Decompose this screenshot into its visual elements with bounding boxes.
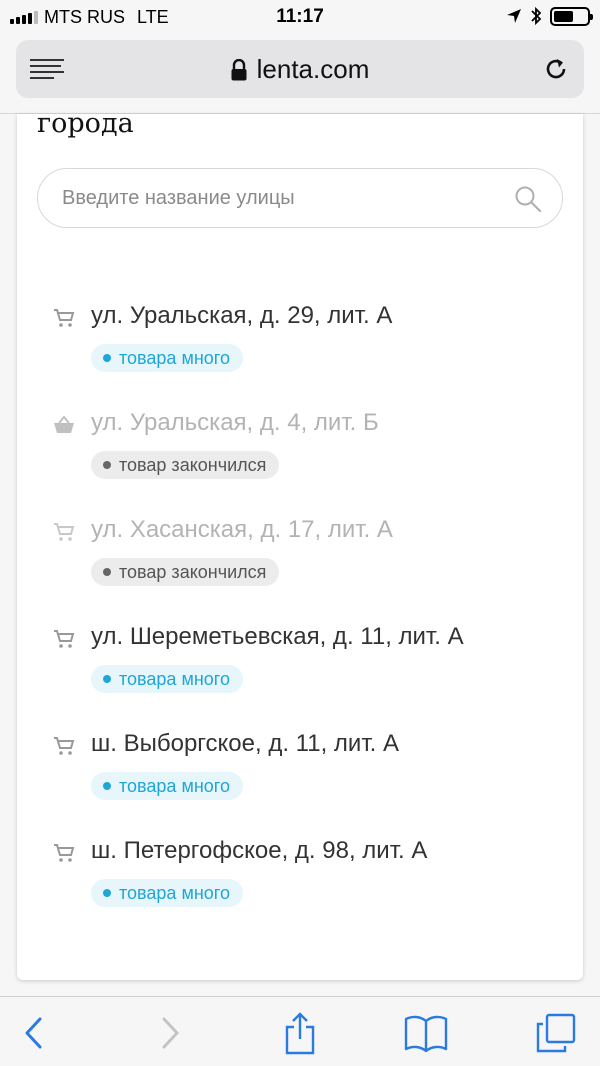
store-availability-card: города ул. Уральская, д. 29, лит. А това… bbox=[17, 108, 583, 980]
stock-status: товара много bbox=[119, 882, 230, 903]
bluetooth-icon bbox=[531, 6, 542, 26]
store-address: ул. Уральская, д. 4, лит. Б bbox=[91, 409, 379, 436]
card-title: города bbox=[37, 108, 134, 139]
store-item[interactable]: ул. Уральская, д. 4, лит. Б товар законч… bbox=[17, 405, 583, 512]
browser-chrome: lenta.com bbox=[0, 34, 600, 114]
cart-icon bbox=[54, 737, 75, 755]
street-search[interactable] bbox=[37, 168, 563, 228]
bookmarks-icon[interactable] bbox=[404, 1011, 448, 1055]
location-arrow-icon bbox=[507, 9, 521, 23]
stock-badge: товар закончился bbox=[91, 558, 280, 586]
status-dot bbox=[103, 782, 111, 790]
browser-toolbar bbox=[0, 996, 600, 1066]
tabs-icon[interactable] bbox=[534, 1011, 578, 1055]
stock-status: товара много bbox=[119, 347, 230, 368]
stock-status: товар закончился bbox=[119, 454, 267, 475]
store-item[interactable]: ул. Уральская, д. 29, лит. А товара мног… bbox=[17, 298, 583, 405]
store-item[interactable]: ул. Хасанская, д. 17, лит. А товар закон… bbox=[17, 512, 583, 619]
status-dot bbox=[103, 461, 111, 469]
battery-icon bbox=[550, 6, 593, 26]
reload-icon[interactable] bbox=[542, 55, 570, 83]
cart-icon bbox=[54, 523, 75, 541]
url-display[interactable]: lenta.com bbox=[16, 54, 584, 85]
share-icon[interactable] bbox=[278, 1011, 322, 1055]
store-address: ул. Хасанская, д. 17, лит. А bbox=[91, 516, 393, 543]
status-dot bbox=[103, 675, 111, 683]
stock-status: товар закончился bbox=[119, 561, 267, 582]
status-right bbox=[506, 6, 593, 26]
stock-status: товара много bbox=[119, 668, 230, 689]
store-list: ул. Уральская, д. 29, лит. А товара мног… bbox=[17, 298, 583, 940]
stock-badge: товар закончился bbox=[91, 451, 280, 479]
status-dot bbox=[103, 889, 111, 897]
basket-icon bbox=[54, 415, 74, 433]
lock-icon bbox=[231, 58, 247, 80]
cart-icon bbox=[54, 309, 75, 327]
store-item[interactable]: ш. Выборгское, д. 11, лит. А товара мног… bbox=[17, 726, 583, 833]
cart-icon bbox=[54, 630, 75, 648]
stock-status: товара много bbox=[119, 775, 230, 796]
stock-badge: товара много bbox=[91, 344, 243, 372]
search-icon[interactable] bbox=[514, 185, 542, 213]
back-icon[interactable] bbox=[12, 1011, 56, 1055]
stock-badge: товара много bbox=[91, 772, 243, 800]
cart-icon bbox=[54, 844, 75, 862]
store-address: ул. Уральская, д. 29, лит. А bbox=[91, 302, 393, 329]
store-address: ш. Петергофское, д. 98, лит. А bbox=[91, 837, 428, 864]
store-address: ш. Выборгское, д. 11, лит. А bbox=[91, 730, 399, 757]
address-bar[interactable]: lenta.com bbox=[16, 40, 584, 98]
url-text: lenta.com bbox=[256, 54, 370, 84]
store-item[interactable]: ул. Шереметьевская, д. 11, лит. А товара… bbox=[17, 619, 583, 726]
status-dot bbox=[103, 354, 111, 362]
forward-icon[interactable] bbox=[148, 1011, 192, 1055]
status-bar: MTS RUS LTE 11:17 bbox=[0, 0, 600, 34]
street-search-input[interactable] bbox=[62, 169, 492, 227]
stock-badge: товара много bbox=[91, 665, 243, 693]
stock-badge: товара много bbox=[91, 879, 243, 907]
status-dot bbox=[103, 568, 111, 576]
store-item[interactable]: ш. Петергофское, д. 98, лит. А товара мн… bbox=[17, 833, 583, 940]
store-address: ул. Шереметьевская, д. 11, лит. А bbox=[91, 623, 464, 650]
